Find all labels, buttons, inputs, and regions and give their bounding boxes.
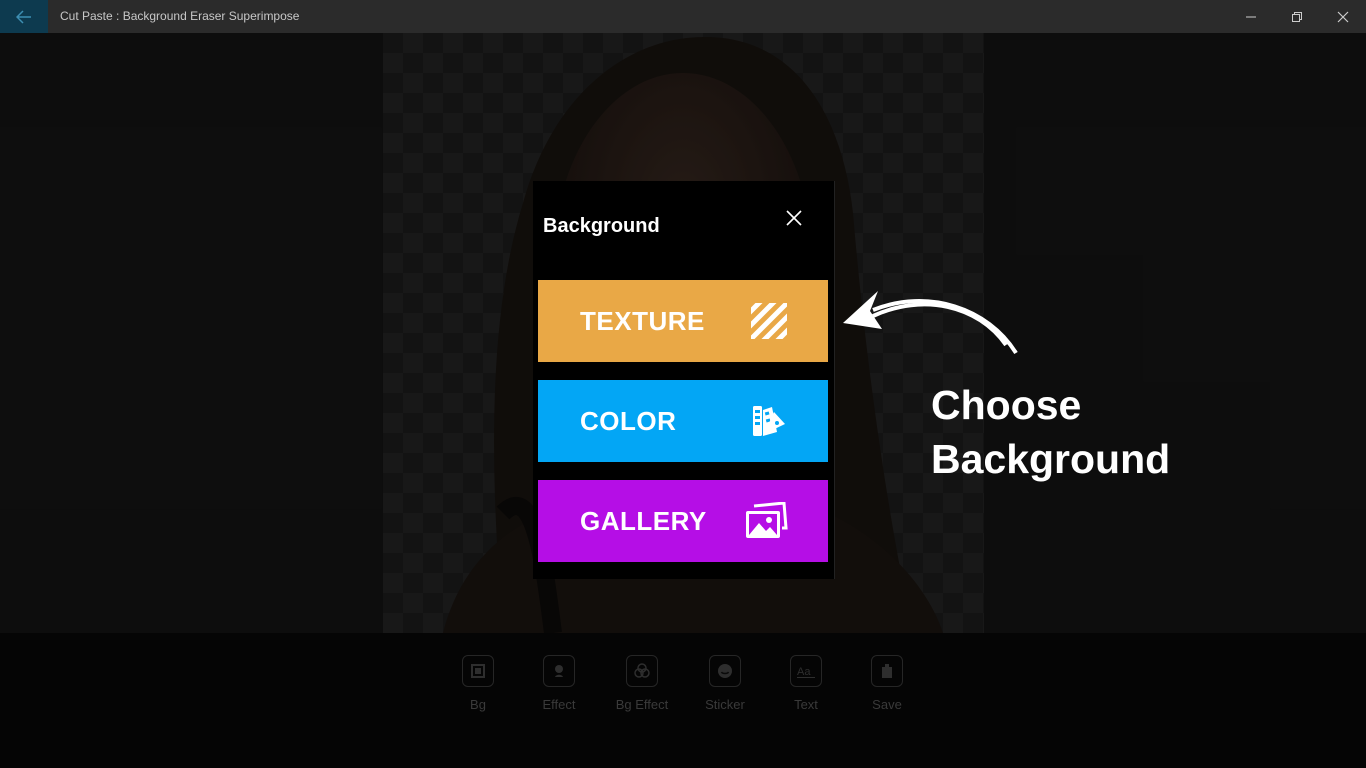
color-palette-icon — [753, 406, 785, 436]
callout-line-1: Choose — [931, 382, 1082, 428]
close-window-button[interactable] — [1320, 0, 1366, 33]
tool-bg-effect-label: Bg Effect — [615, 697, 669, 712]
back-button[interactable] — [0, 0, 48, 33]
dialog-title: Background — [543, 215, 660, 237]
dialog-close-button[interactable] — [779, 203, 809, 233]
tool-bg[interactable]: Bg — [443, 655, 513, 712]
minimize-icon — [1246, 16, 1256, 17]
texture-option-button[interactable]: TEXTURE — [538, 280, 828, 362]
callout-arrow-icon — [843, 291, 1018, 355]
tool-text[interactable]: Aa Text — [771, 655, 841, 712]
svg-text:Aa: Aa — [797, 666, 811, 678]
background-dialog: Background TEXTURE COLOR GALLERY — [533, 181, 835, 579]
bottom-toolbar: Bg Effect Bg Effect Sticker Aa Text Save — [0, 633, 1366, 768]
tool-bg-label: Bg — [470, 697, 486, 712]
texture-stripes-icon — [751, 303, 787, 339]
tool-sticker[interactable]: Sticker — [690, 655, 760, 712]
callout-line-2: Background — [931, 436, 1171, 482]
title-bar: Cut Paste : Background Eraser Superimpos… — [0, 0, 1366, 33]
restore-button[interactable] — [1274, 0, 1320, 33]
minimize-button[interactable] — [1228, 0, 1274, 33]
app-title: Cut Paste : Background Eraser Superimpos… — [60, 9, 300, 23]
color-option-label: COLOR — [580, 405, 677, 436]
tool-effect[interactable]: Effect — [524, 655, 594, 712]
save-icon — [882, 664, 892, 678]
text-icon: Aa — [797, 666, 815, 678]
choose-background-callout: Choose Background — [931, 378, 1170, 486]
restore-icon — [1292, 11, 1302, 22]
sticker-icon — [718, 664, 732, 678]
tool-sticker-label: Sticker — [705, 697, 745, 712]
close-icon — [786, 210, 802, 226]
tool-save[interactable]: Save — [852, 655, 922, 712]
bg-icon — [471, 664, 485, 678]
texture-option-label: TEXTURE — [580, 305, 705, 336]
gallery-option-button[interactable]: GALLERY — [538, 480, 828, 562]
effect-icon — [555, 665, 563, 677]
back-arrow-icon — [16, 9, 31, 24]
close-icon — [1337, 11, 1349, 22]
tool-effect-label: Effect — [542, 697, 576, 712]
bg-effect-icon — [634, 663, 650, 678]
color-option-button[interactable]: COLOR — [538, 380, 828, 462]
tool-bg-effect[interactable]: Bg Effect — [607, 655, 677, 712]
tool-text-label: Text — [794, 697, 818, 712]
tool-save-label: Save — [872, 697, 902, 712]
gallery-images-icon — [746, 502, 788, 538]
gallery-option-label: GALLERY — [580, 505, 707, 536]
